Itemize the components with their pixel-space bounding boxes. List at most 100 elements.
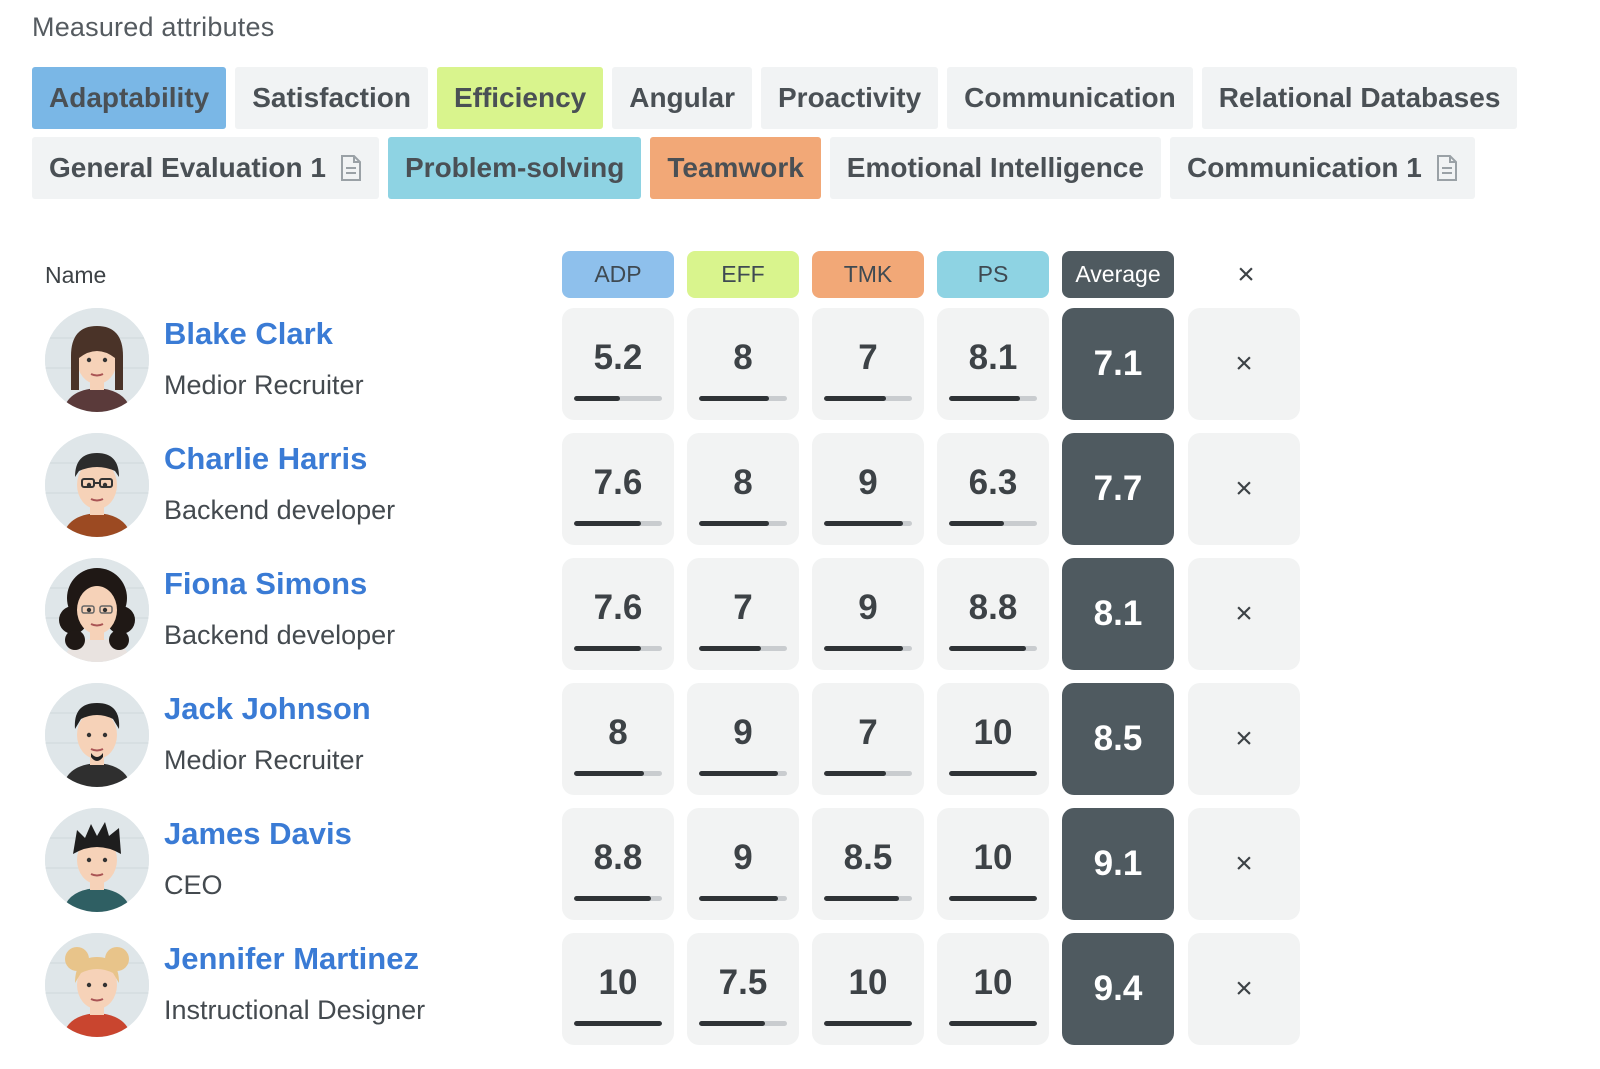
- score-progress-fill: [949, 1021, 1037, 1026]
- score-progress-fill: [574, 896, 652, 901]
- tag-adaptability[interactable]: Adaptability: [32, 67, 227, 129]
- score-cell-tmk[interactable]: 8.5: [812, 808, 924, 920]
- person-name-link[interactable]: Jennifer Martinez: [164, 941, 419, 977]
- name-column-header: Name: [45, 262, 107, 288]
- person-name-link[interactable]: Jack Johnson: [164, 691, 371, 727]
- person-name-link[interactable]: Charlie Harris: [164, 441, 367, 477]
- average-value: 8.1: [1093, 594, 1143, 633]
- score-cell-ps[interactable]: 10: [937, 808, 1049, 920]
- average-cell: 8.1: [1062, 558, 1174, 670]
- score-progress-track: [824, 396, 912, 401]
- remove-row-close-icon[interactable]: ×: [1188, 308, 1300, 420]
- score-cell-eff[interactable]: 8: [687, 433, 799, 545]
- score-cell-ps[interactable]: 6.3: [937, 433, 1049, 545]
- remove-row-close-icon[interactable]: ×: [1188, 558, 1300, 670]
- score-cell-ps[interactable]: 10: [937, 933, 1049, 1045]
- score-progress-fill: [824, 896, 899, 901]
- tag-label: Emotional Intelligence: [846, 152, 1144, 183]
- score-cell-tmk[interactable]: 9: [812, 433, 924, 545]
- remove-row-close-icon[interactable]: ×: [1188, 433, 1300, 545]
- person-role: Medior Recruiter: [164, 745, 364, 775]
- score-cell-adp[interactable]: 8: [562, 683, 674, 795]
- tag-efficiency[interactable]: Efficiency: [436, 67, 604, 129]
- tag-general-evaluation-1[interactable]: General Evaluation 1: [32, 137, 379, 199]
- column-header-eff[interactable]: EFF: [687, 251, 799, 298]
- tag-emotional-intelligence[interactable]: Emotional Intelligence: [829, 137, 1161, 199]
- score-progress-track: [574, 521, 662, 526]
- score-progress-fill: [699, 521, 770, 526]
- score-progress-fill: [699, 771, 779, 776]
- score-cell-tmk[interactable]: 9: [812, 558, 924, 670]
- tag-satisfaction[interactable]: Satisfaction: [235, 67, 428, 129]
- person-role: Backend developer: [164, 620, 396, 650]
- average-cell: 7.7: [1062, 433, 1174, 545]
- score-value: 7: [858, 338, 878, 377]
- score-cell-ps[interactable]: 10: [937, 683, 1049, 795]
- score-progress-fill: [699, 896, 779, 901]
- table-row: Jack Johnson Medior Recruiter 8 9 7 10 8.5 ×: [0, 683, 1600, 795]
- score-progress-fill: [824, 396, 886, 401]
- score-progress-track: [949, 646, 1037, 651]
- score-progress-track: [824, 646, 912, 651]
- score-progress-track: [824, 896, 912, 901]
- average-cell: 7.1: [1062, 308, 1174, 420]
- score-progress-fill: [824, 521, 904, 526]
- tag-label: Efficiency: [453, 82, 587, 113]
- score-value: 7.5: [718, 963, 768, 1002]
- score-cell-ps[interactable]: 8.1: [937, 308, 1049, 420]
- score-progress-fill: [949, 396, 1021, 401]
- tag-relational-databases[interactable]: Relational Databases: [1201, 67, 1518, 129]
- person-name-link[interactable]: Fiona Simons: [164, 566, 367, 602]
- score-cell-eff[interactable]: 8: [687, 308, 799, 420]
- score-cell-tmk[interactable]: 10: [812, 933, 924, 1045]
- score-cell-adp[interactable]: 5.2: [562, 308, 674, 420]
- score-cell-adp[interactable]: 7.6: [562, 558, 674, 670]
- score-cell-eff[interactable]: 9: [687, 683, 799, 795]
- score-cell-eff[interactable]: 7.5: [687, 933, 799, 1045]
- score-cell-adp[interactable]: 10: [562, 933, 674, 1045]
- tag-proactivity[interactable]: Proactivity: [761, 67, 939, 129]
- tag-teamwork[interactable]: Teamwork: [650, 137, 821, 199]
- tag-label: Problem-solving: [405, 152, 625, 183]
- average-value: 7.1: [1093, 344, 1143, 383]
- score-value: 7.6: [593, 463, 643, 502]
- score-cell-adp[interactable]: 7.6: [562, 433, 674, 545]
- remove-row-close-icon[interactable]: ×: [1188, 933, 1300, 1045]
- person-name-link[interactable]: James Davis: [164, 816, 352, 852]
- score-value: 8.8: [593, 838, 643, 877]
- score-cell-eff[interactable]: 7: [687, 558, 799, 670]
- column-header-tmk[interactable]: TMK: [812, 251, 924, 298]
- column-header-ps[interactable]: PS: [937, 251, 1049, 298]
- remove-row-close-icon[interactable]: ×: [1188, 808, 1300, 920]
- remove-row-close-icon[interactable]: ×: [1188, 683, 1300, 795]
- average-value: 9.4: [1093, 969, 1143, 1008]
- tag-problem-solving[interactable]: Problem-solving: [388, 137, 642, 199]
- score-progress-track: [699, 646, 787, 651]
- tag-communication-1[interactable]: Communication 1: [1169, 137, 1475, 199]
- remove-all-close-icon[interactable]: ×: [1218, 251, 1274, 298]
- score-progress-fill: [574, 521, 641, 526]
- tag-angular[interactable]: Angular: [612, 67, 752, 129]
- score-value: 9: [733, 838, 753, 877]
- tag-communication[interactable]: Communication: [947, 67, 1193, 129]
- column-header-adp[interactable]: ADP: [562, 251, 674, 298]
- score-cell-ps[interactable]: 8.8: [937, 558, 1049, 670]
- column-header-average[interactable]: Average: [1062, 251, 1174, 298]
- attribute-tags-row-1: Adaptability Satisfaction Efficiency Angula…: [32, 67, 1518, 129]
- score-cell-tmk[interactable]: 7: [812, 683, 924, 795]
- average-cell: 9.4: [1062, 933, 1174, 1045]
- score-value: 9: [858, 463, 878, 502]
- tag-label: Communication 1: [1186, 152, 1422, 183]
- score-cell-tmk[interactable]: 7: [812, 308, 924, 420]
- man-spiky-hair-icon: [45, 808, 149, 912]
- person-name-link[interactable]: Blake Clark: [164, 316, 333, 352]
- tag-label: Adaptability: [49, 82, 210, 113]
- score-cell-eff[interactable]: 9: [687, 808, 799, 920]
- score-value: 7: [733, 588, 753, 627]
- score-progress-track: [699, 1021, 787, 1026]
- score-cell-adp[interactable]: 8.8: [562, 808, 674, 920]
- score-value: 8.5: [843, 838, 893, 877]
- score-value: 8.8: [968, 588, 1018, 627]
- score-progress-fill: [699, 1021, 765, 1026]
- tag-label: General Evaluation 1: [49, 152, 326, 183]
